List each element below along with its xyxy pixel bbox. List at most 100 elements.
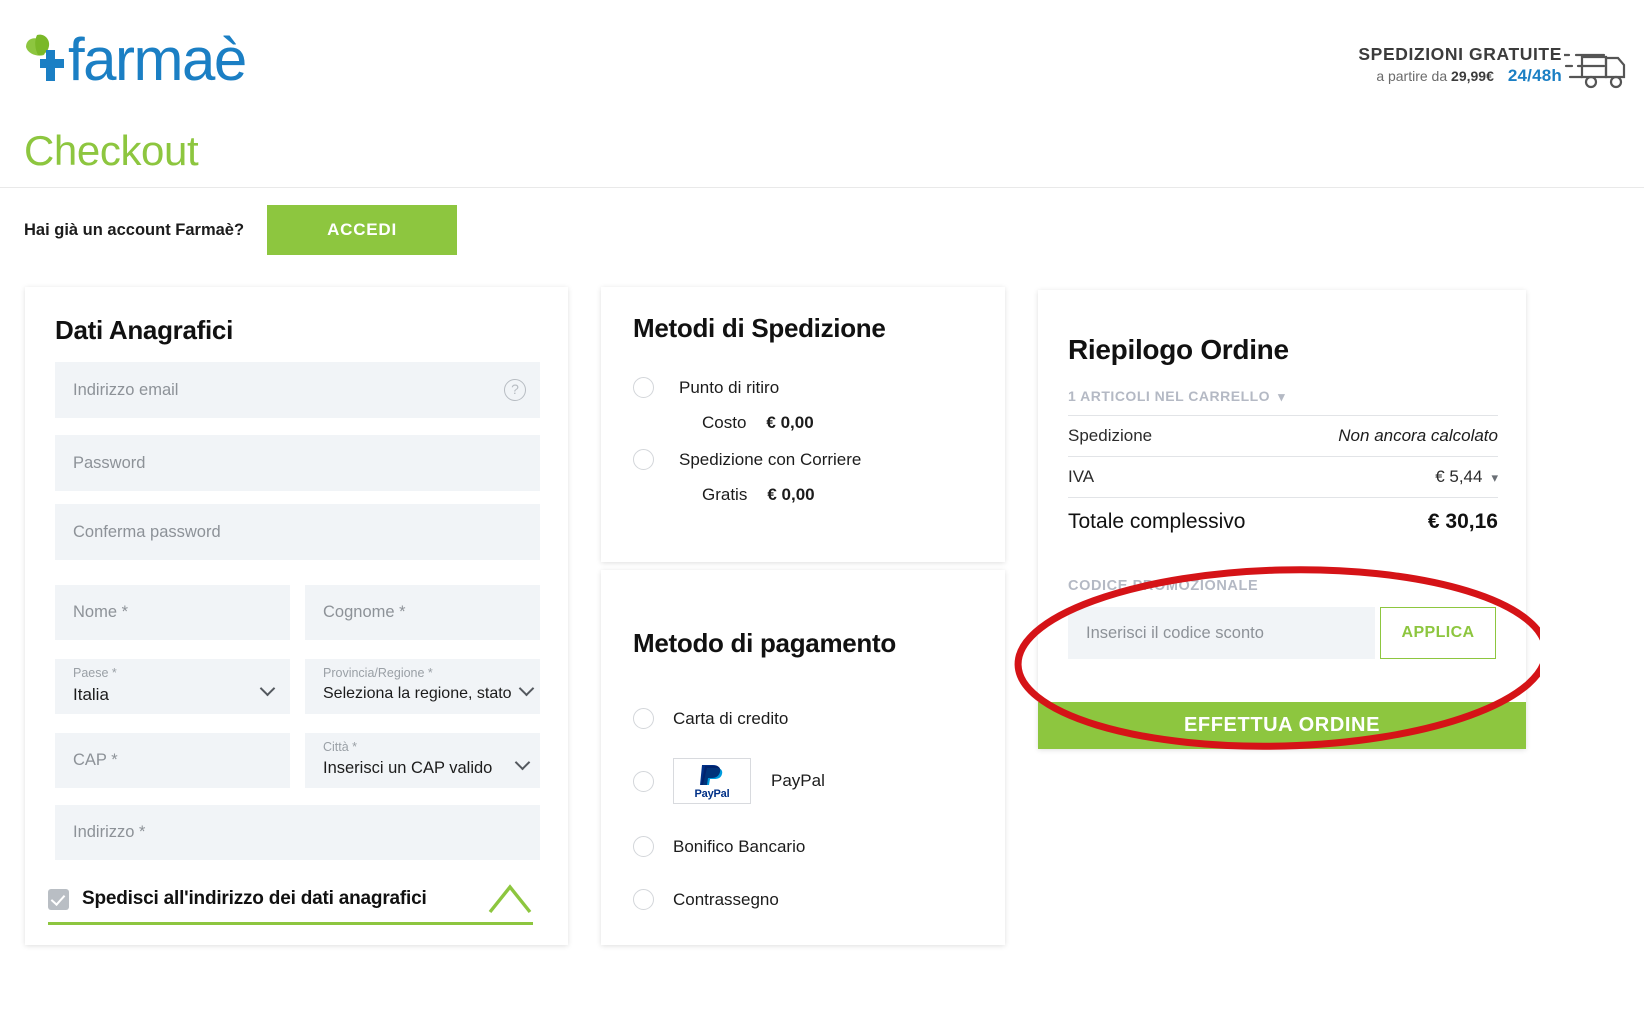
riepilogo-ordine-card: Riepilogo Ordine 1 ARTICOLI NEL CARRELLO… — [1038, 290, 1526, 749]
paese-select[interactable]: Paese * Italia — [55, 659, 290, 714]
paypal-logo-icon: PayPal — [673, 758, 751, 804]
checkout-page: farmaè SPEDIZIONI GRATUITE a partire da … — [0, 0, 1644, 1030]
provincia-select[interactable]: Provincia/Regione * Seleziona la regione… — [305, 659, 540, 714]
radio-icon[interactable] — [633, 836, 654, 857]
payment-option-label: PayPal — [771, 771, 825, 791]
cost-label: Gratis — [702, 485, 747, 504]
metodo-pagamento-card: Metodo di pagamento Carta di credito Pay… — [601, 570, 1005, 945]
cap-input[interactable] — [55, 733, 290, 788]
citta-value: Inserisci un CAP valido — [323, 759, 492, 778]
password-input[interactable] — [55, 435, 540, 491]
cost-label: Costo — [702, 413, 746, 432]
email-field-wrap: ? — [55, 362, 540, 418]
dati-anagrafici-card: Dati Anagrafici ? Paese * Italia Provinc… — [25, 287, 568, 945]
cap-field-wrap — [55, 733, 290, 788]
indirizzo-input[interactable] — [55, 805, 540, 860]
chevron-up-icon[interactable] — [488, 884, 532, 914]
ship-same-address-checkbox[interactable] — [48, 889, 69, 910]
summary-row-shipping: Spedizione Non ancora calcolato — [1068, 415, 1498, 456]
summary-row-value: € 5,44 — [1435, 467, 1482, 486]
promo-code-input[interactable] — [1068, 607, 1375, 659]
cost-value: € 0,00 — [767, 485, 814, 504]
login-prompt-row: Hai già un account Farmaè? ACCEDI — [24, 205, 457, 255]
payment-option-label: Carta di credito — [673, 709, 788, 729]
riepilogo-ordine-title: Riepilogo Ordine — [1068, 334, 1289, 366]
shipping-threshold: 29,99€ — [1451, 68, 1494, 84]
help-icon[interactable]: ? — [504, 379, 526, 401]
password-field-wrap — [55, 435, 540, 491]
shipping-courier-cost: Gratis € 0,00 — [702, 485, 815, 505]
confirm-password-field-wrap — [55, 504, 540, 560]
shipping-option-courier[interactable]: Spedizione con Corriere — [633, 449, 861, 470]
page-title: Checkout — [24, 127, 198, 175]
payment-option-label: Contrassegno — [673, 890, 779, 910]
summary-row-value-wrap: € 5,44 ▾ — [1435, 467, 1498, 487]
shipping-eta: 24/48h — [1508, 66, 1562, 85]
summary-row-value: Non ancora calcolato — [1338, 426, 1498, 446]
paese-label: Paese * — [73, 666, 117, 680]
summary-row-vat: IVA € 5,44 ▾ — [1068, 456, 1498, 497]
paypal-wordmark: PayPal — [695, 788, 730, 800]
provincia-value: Seleziona la regione, stato — [323, 685, 512, 703]
payment-option-label: Bonifico Bancario — [673, 837, 805, 857]
radio-icon[interactable] — [633, 449, 654, 470]
header-divider — [0, 187, 1644, 188]
radio-icon[interactable] — [633, 889, 654, 910]
chevron-down-icon[interactable] — [517, 757, 530, 765]
radio-icon[interactable] — [633, 771, 654, 792]
chevron-down-icon[interactable] — [262, 683, 275, 691]
logo-leaf-cross-icon — [24, 33, 70, 87]
cost-value: € 0,00 — [766, 413, 813, 432]
shipping-option-pickup[interactable]: Punto di ritiro — [633, 377, 779, 398]
shipping-subline: a partire da 29,99€ 24/48h — [1358, 66, 1562, 86]
payment-option-credit-card[interactable]: Carta di credito — [633, 708, 788, 729]
radio-icon[interactable] — [633, 708, 654, 729]
summary-row-label: IVA — [1068, 467, 1094, 487]
ship-same-address-label: Spedisci all'indirizzo dei dati anagrafi… — [82, 888, 427, 910]
shipping-option-label: Spedizione con Corriere — [679, 450, 861, 470]
confirm-password-input[interactable] — [55, 504, 540, 560]
provincia-label: Provincia/Regione * — [323, 666, 433, 680]
promo-code-label: CODICE PROMOZIONALE — [1068, 578, 1258, 594]
citta-label: Città * — [323, 740, 357, 754]
payment-option-bank-transfer[interactable]: Bonifico Bancario — [633, 836, 805, 857]
login-question: Hai già un account Farmaè? — [24, 221, 244, 240]
metodi-spedizione-title: Metodi di Spedizione — [633, 313, 886, 344]
cognome-input[interactable] — [305, 585, 540, 640]
apply-promo-button[interactable]: APPLICA — [1380, 607, 1496, 659]
chevron-down-icon[interactable]: ▾ — [1491, 470, 1498, 486]
chevron-down-icon: ▾ — [1278, 389, 1285, 405]
metodo-pagamento-title: Metodo di pagamento — [633, 628, 896, 659]
cart-items-toggle[interactable]: 1 ARTICOLI NEL CARRELLO ▾ — [1068, 388, 1285, 405]
nome-input[interactable] — [55, 585, 290, 640]
metodi-spedizione-card: Metodi di Spedizione Punto di ritiro Cos… — [601, 287, 1005, 562]
delivery-truck-icon — [1564, 46, 1636, 92]
paese-value: Italia — [73, 685, 109, 705]
email-input[interactable] — [55, 362, 540, 418]
citta-select[interactable]: Città * Inserisci un CAP valido — [305, 733, 540, 788]
payment-option-cash-on-delivery[interactable]: Contrassegno — [633, 889, 779, 910]
payment-option-paypal[interactable]: PayPal PayPal — [633, 758, 825, 804]
radio-icon[interactable] — [633, 377, 654, 398]
dati-anagrafici-title: Dati Anagrafici — [55, 315, 233, 346]
total-label: Totale complessivo — [1068, 510, 1245, 534]
shipping-option-label: Punto di ritiro — [679, 378, 779, 398]
ship-same-address-row[interactable]: Spedisci all'indirizzo dei dati anagrafi… — [48, 888, 427, 910]
farmae-logo[interactable]: farmaè — [24, 33, 246, 87]
place-order-button[interactable]: EFFETTUA ORDINE — [1038, 702, 1526, 749]
indirizzo-field-wrap — [55, 805, 540, 860]
nome-field-wrap — [55, 585, 290, 640]
cognome-field-wrap — [305, 585, 540, 640]
shipping-headline: SPEDIZIONI GRATUITE — [1358, 44, 1562, 64]
shipping-from-text: a partire da — [1376, 68, 1451, 84]
cart-items-count: 1 ARTICOLI NEL CARRELLO — [1068, 388, 1270, 404]
site-header: farmaè SPEDIZIONI GRATUITE a partire da … — [0, 0, 1644, 118]
total-value: € 30,16 — [1428, 510, 1498, 534]
logo-wordmark: farmaè — [68, 33, 246, 87]
shipping-pickup-cost: Costo € 0,00 — [702, 413, 814, 433]
summary-row-total: Totale complessivo € 30,16 — [1068, 497, 1498, 545]
free-shipping-banner: SPEDIZIONI GRATUITE a partire da 29,99€ 2… — [1358, 44, 1562, 86]
summary-row-label: Spedizione — [1068, 426, 1152, 446]
accedi-button[interactable]: ACCEDI — [267, 205, 457, 255]
chevron-down-icon[interactable] — [521, 683, 534, 691]
